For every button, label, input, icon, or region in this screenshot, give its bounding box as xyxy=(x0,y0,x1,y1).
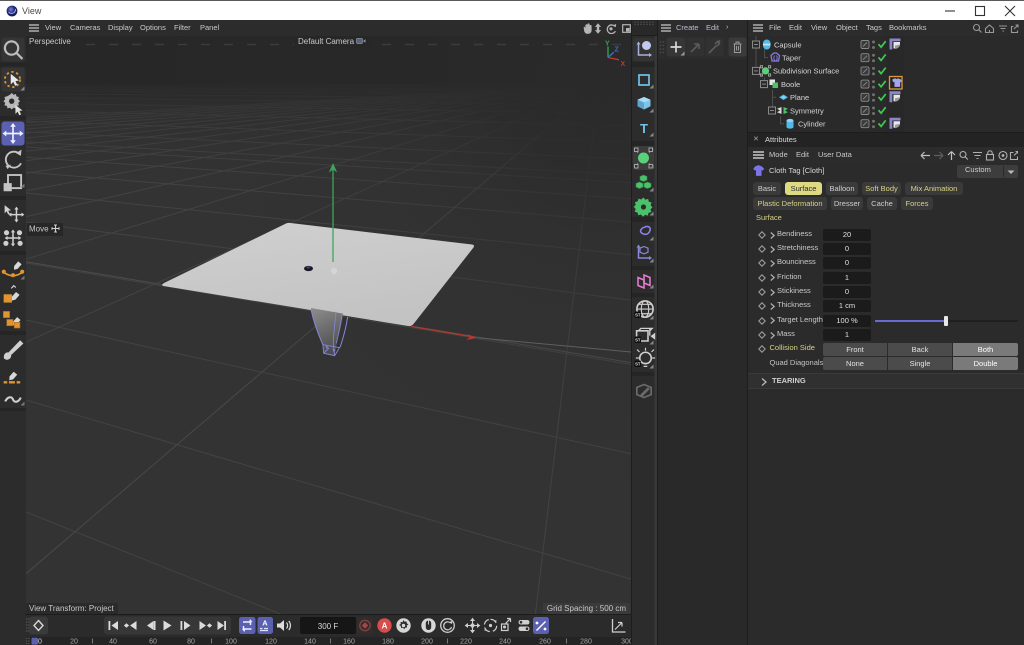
svg-text:ST: ST xyxy=(635,313,641,318)
svg-text:X: X xyxy=(621,61,626,68)
svg-text:A: A xyxy=(262,619,268,628)
svg-text:300: 300 xyxy=(621,638,631,645)
svg-text:Symmetry: Symmetry xyxy=(790,106,824,115)
svg-text:0: 0 xyxy=(38,638,42,645)
svg-text:Y: Y xyxy=(605,41,610,48)
svg-text:A: A xyxy=(382,622,388,631)
svg-text:Subdivision Surface: Subdivision Surface xyxy=(773,67,839,76)
svg-text:Taper: Taper xyxy=(782,54,801,63)
svg-text:200: 200 xyxy=(421,638,433,645)
svg-text:280: 280 xyxy=(580,638,592,645)
svg-text:40: 40 xyxy=(109,638,117,645)
svg-text:120: 120 xyxy=(265,638,277,645)
svg-text:300 F: 300 F xyxy=(318,622,339,631)
svg-text:140: 140 xyxy=(304,638,316,645)
svg-text:Z: Z xyxy=(615,47,620,54)
svg-text:Plane: Plane xyxy=(790,93,809,102)
svg-text:Capsule: Capsule xyxy=(774,40,802,49)
svg-text:260: 260 xyxy=(539,638,551,645)
svg-text:Cylinder: Cylinder xyxy=(798,120,826,129)
svg-text:180: 180 xyxy=(382,638,394,645)
svg-text:60: 60 xyxy=(149,638,157,645)
svg-text:100: 100 xyxy=(225,638,237,645)
svg-text:T: T xyxy=(640,121,648,136)
svg-text:160: 160 xyxy=(343,638,355,645)
svg-text:ST: ST xyxy=(635,338,641,343)
svg-text:220: 220 xyxy=(460,638,472,645)
svg-text:20: 20 xyxy=(70,638,78,645)
svg-text:80: 80 xyxy=(187,638,195,645)
svg-text:Boole: Boole xyxy=(781,80,800,89)
svg-text:ST: ST xyxy=(635,362,641,367)
svg-text:240: 240 xyxy=(499,638,511,645)
